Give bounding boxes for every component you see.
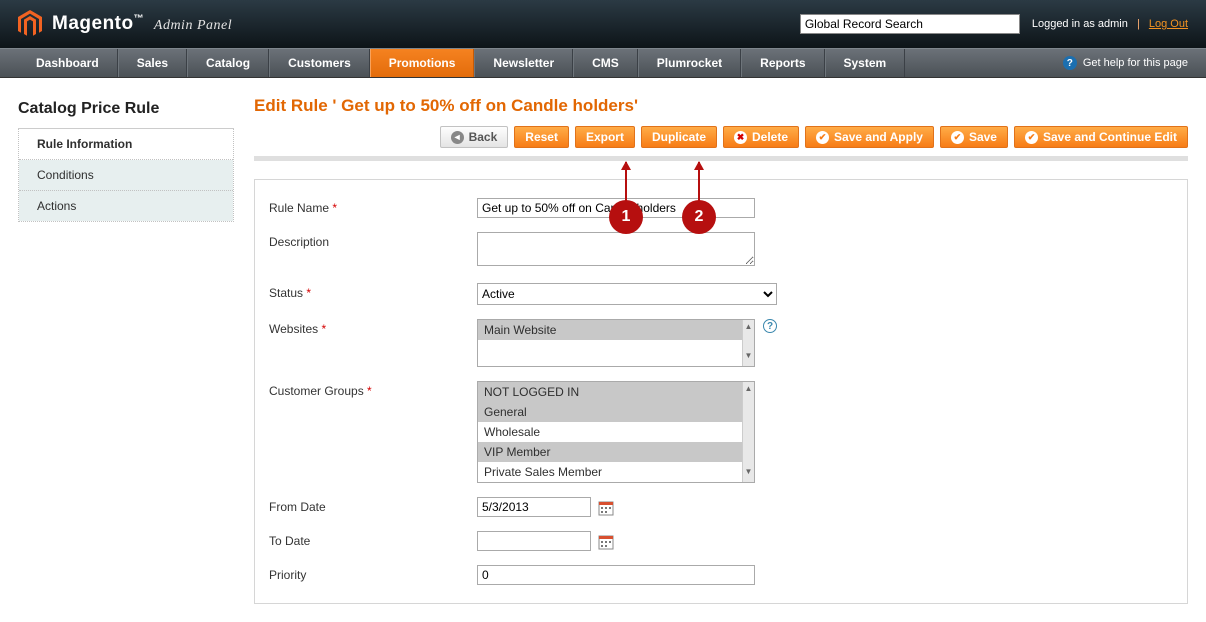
- check-icon: ✔: [951, 131, 964, 144]
- sidebar-item-conditions[interactable]: Conditions: [19, 160, 233, 191]
- customer-groups-label: Customer Groups *: [269, 381, 477, 398]
- customer-group-option[interactable]: Wholesale: [478, 422, 742, 442]
- customer-group-option[interactable]: NOT LOGGED IN: [478, 382, 742, 402]
- sidebar-item-rule-information[interactable]: Rule Information: [19, 129, 233, 160]
- rule-name-label: Rule Name *: [269, 198, 477, 215]
- reset-button[interactable]: Reset: [514, 126, 569, 148]
- from-date-input[interactable]: [477, 497, 591, 517]
- website-option[interactable]: Main Website: [478, 320, 742, 340]
- status-select[interactable]: Active: [477, 283, 777, 305]
- customer-group-option[interactable]: General: [478, 402, 742, 422]
- websites-multiselect[interactable]: Main Website ▲▼: [477, 319, 755, 367]
- nav-item-system[interactable]: System: [825, 49, 906, 77]
- from-date-label: From Date: [269, 497, 477, 514]
- rule-form: Rule Name * Description Status * Active …: [254, 179, 1188, 604]
- nav-item-catalog[interactable]: Catalog: [187, 49, 269, 77]
- to-date-label: To Date: [269, 531, 477, 548]
- brand-name: Magento™ Admin Panel: [52, 13, 232, 35]
- sidebar-title: Catalog Price Rule: [18, 96, 234, 129]
- calendar-icon[interactable]: [598, 534, 614, 550]
- duplicate-button[interactable]: Duplicate: [641, 126, 717, 148]
- customer-groups-multiselect[interactable]: NOT LOGGED INGeneralWholesaleVIP MemberP…: [477, 381, 755, 483]
- nav-item-reports[interactable]: Reports: [741, 49, 824, 77]
- customer-group-option[interactable]: Private Sales Member: [478, 462, 742, 482]
- global-search-input[interactable]: [800, 14, 1020, 34]
- priority-input[interactable]: [477, 565, 755, 585]
- magento-logo-icon: [18, 10, 42, 38]
- description-label: Description: [269, 232, 477, 249]
- nav-item-customers[interactable]: Customers: [269, 49, 370, 77]
- back-button[interactable]: ◄ Back: [440, 126, 509, 148]
- sidebar: Catalog Price Rule Rule InformationCondi…: [18, 96, 234, 222]
- websites-label: Websites *: [269, 319, 477, 336]
- page-title: Edit Rule ' Get up to 50% off on Candle …: [254, 96, 1188, 116]
- calendar-icon[interactable]: [598, 500, 614, 516]
- logout-link[interactable]: Log Out: [1149, 18, 1188, 30]
- help-icon[interactable]: ?: [763, 319, 777, 333]
- nav-help-link[interactable]: ?Get help for this page: [1063, 49, 1206, 77]
- main-nav: DashboardSalesCatalogCustomersPromotions…: [0, 48, 1206, 78]
- main-content: Edit Rule ' Get up to 50% off on Candle …: [254, 96, 1188, 604]
- save-continue-button[interactable]: ✔ Save and Continue Edit: [1014, 126, 1188, 148]
- action-toolbar: ◄ Back Reset Export Duplicate ✖ Delete ✔…: [254, 126, 1188, 161]
- nav-item-sales[interactable]: Sales: [118, 49, 187, 77]
- nav-item-promotions[interactable]: Promotions: [370, 49, 475, 77]
- nav-item-newsletter[interactable]: Newsletter: [474, 49, 573, 77]
- rule-name-input[interactable]: [477, 198, 755, 218]
- export-button[interactable]: Export: [575, 126, 635, 148]
- nav-item-plumrocket[interactable]: Plumrocket: [638, 49, 741, 77]
- save-apply-button[interactable]: ✔ Save and Apply: [805, 126, 934, 148]
- sidebar-item-actions[interactable]: Actions: [19, 191, 233, 221]
- logo: Magento™ Admin Panel: [18, 10, 232, 38]
- help-icon: ?: [1063, 56, 1077, 70]
- to-date-input[interactable]: [477, 531, 591, 551]
- description-textarea[interactable]: [477, 232, 755, 266]
- priority-label: Priority: [269, 565, 477, 582]
- save-button[interactable]: ✔ Save: [940, 126, 1008, 148]
- nav-item-cms[interactable]: CMS: [573, 49, 638, 77]
- delete-icon: ✖: [734, 131, 747, 144]
- admin-header: Magento™ Admin Panel Logged in as admin …: [0, 0, 1206, 48]
- delete-button[interactable]: ✖ Delete: [723, 126, 799, 148]
- nav-item-dashboard[interactable]: Dashboard: [18, 49, 118, 77]
- customer-group-option[interactable]: VIP Member: [478, 442, 742, 462]
- back-icon: ◄: [451, 131, 464, 144]
- check-icon: ✔: [1025, 131, 1038, 144]
- login-status: Logged in as admin | Log Out: [1032, 18, 1188, 30]
- check-icon: ✔: [816, 131, 829, 144]
- status-label: Status *: [269, 283, 477, 300]
